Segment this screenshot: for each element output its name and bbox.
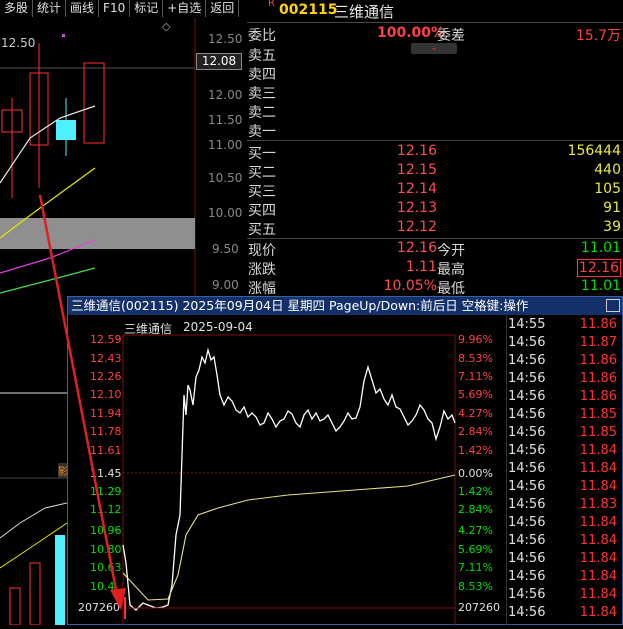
annotation-arrow (38, 194, 126, 610)
